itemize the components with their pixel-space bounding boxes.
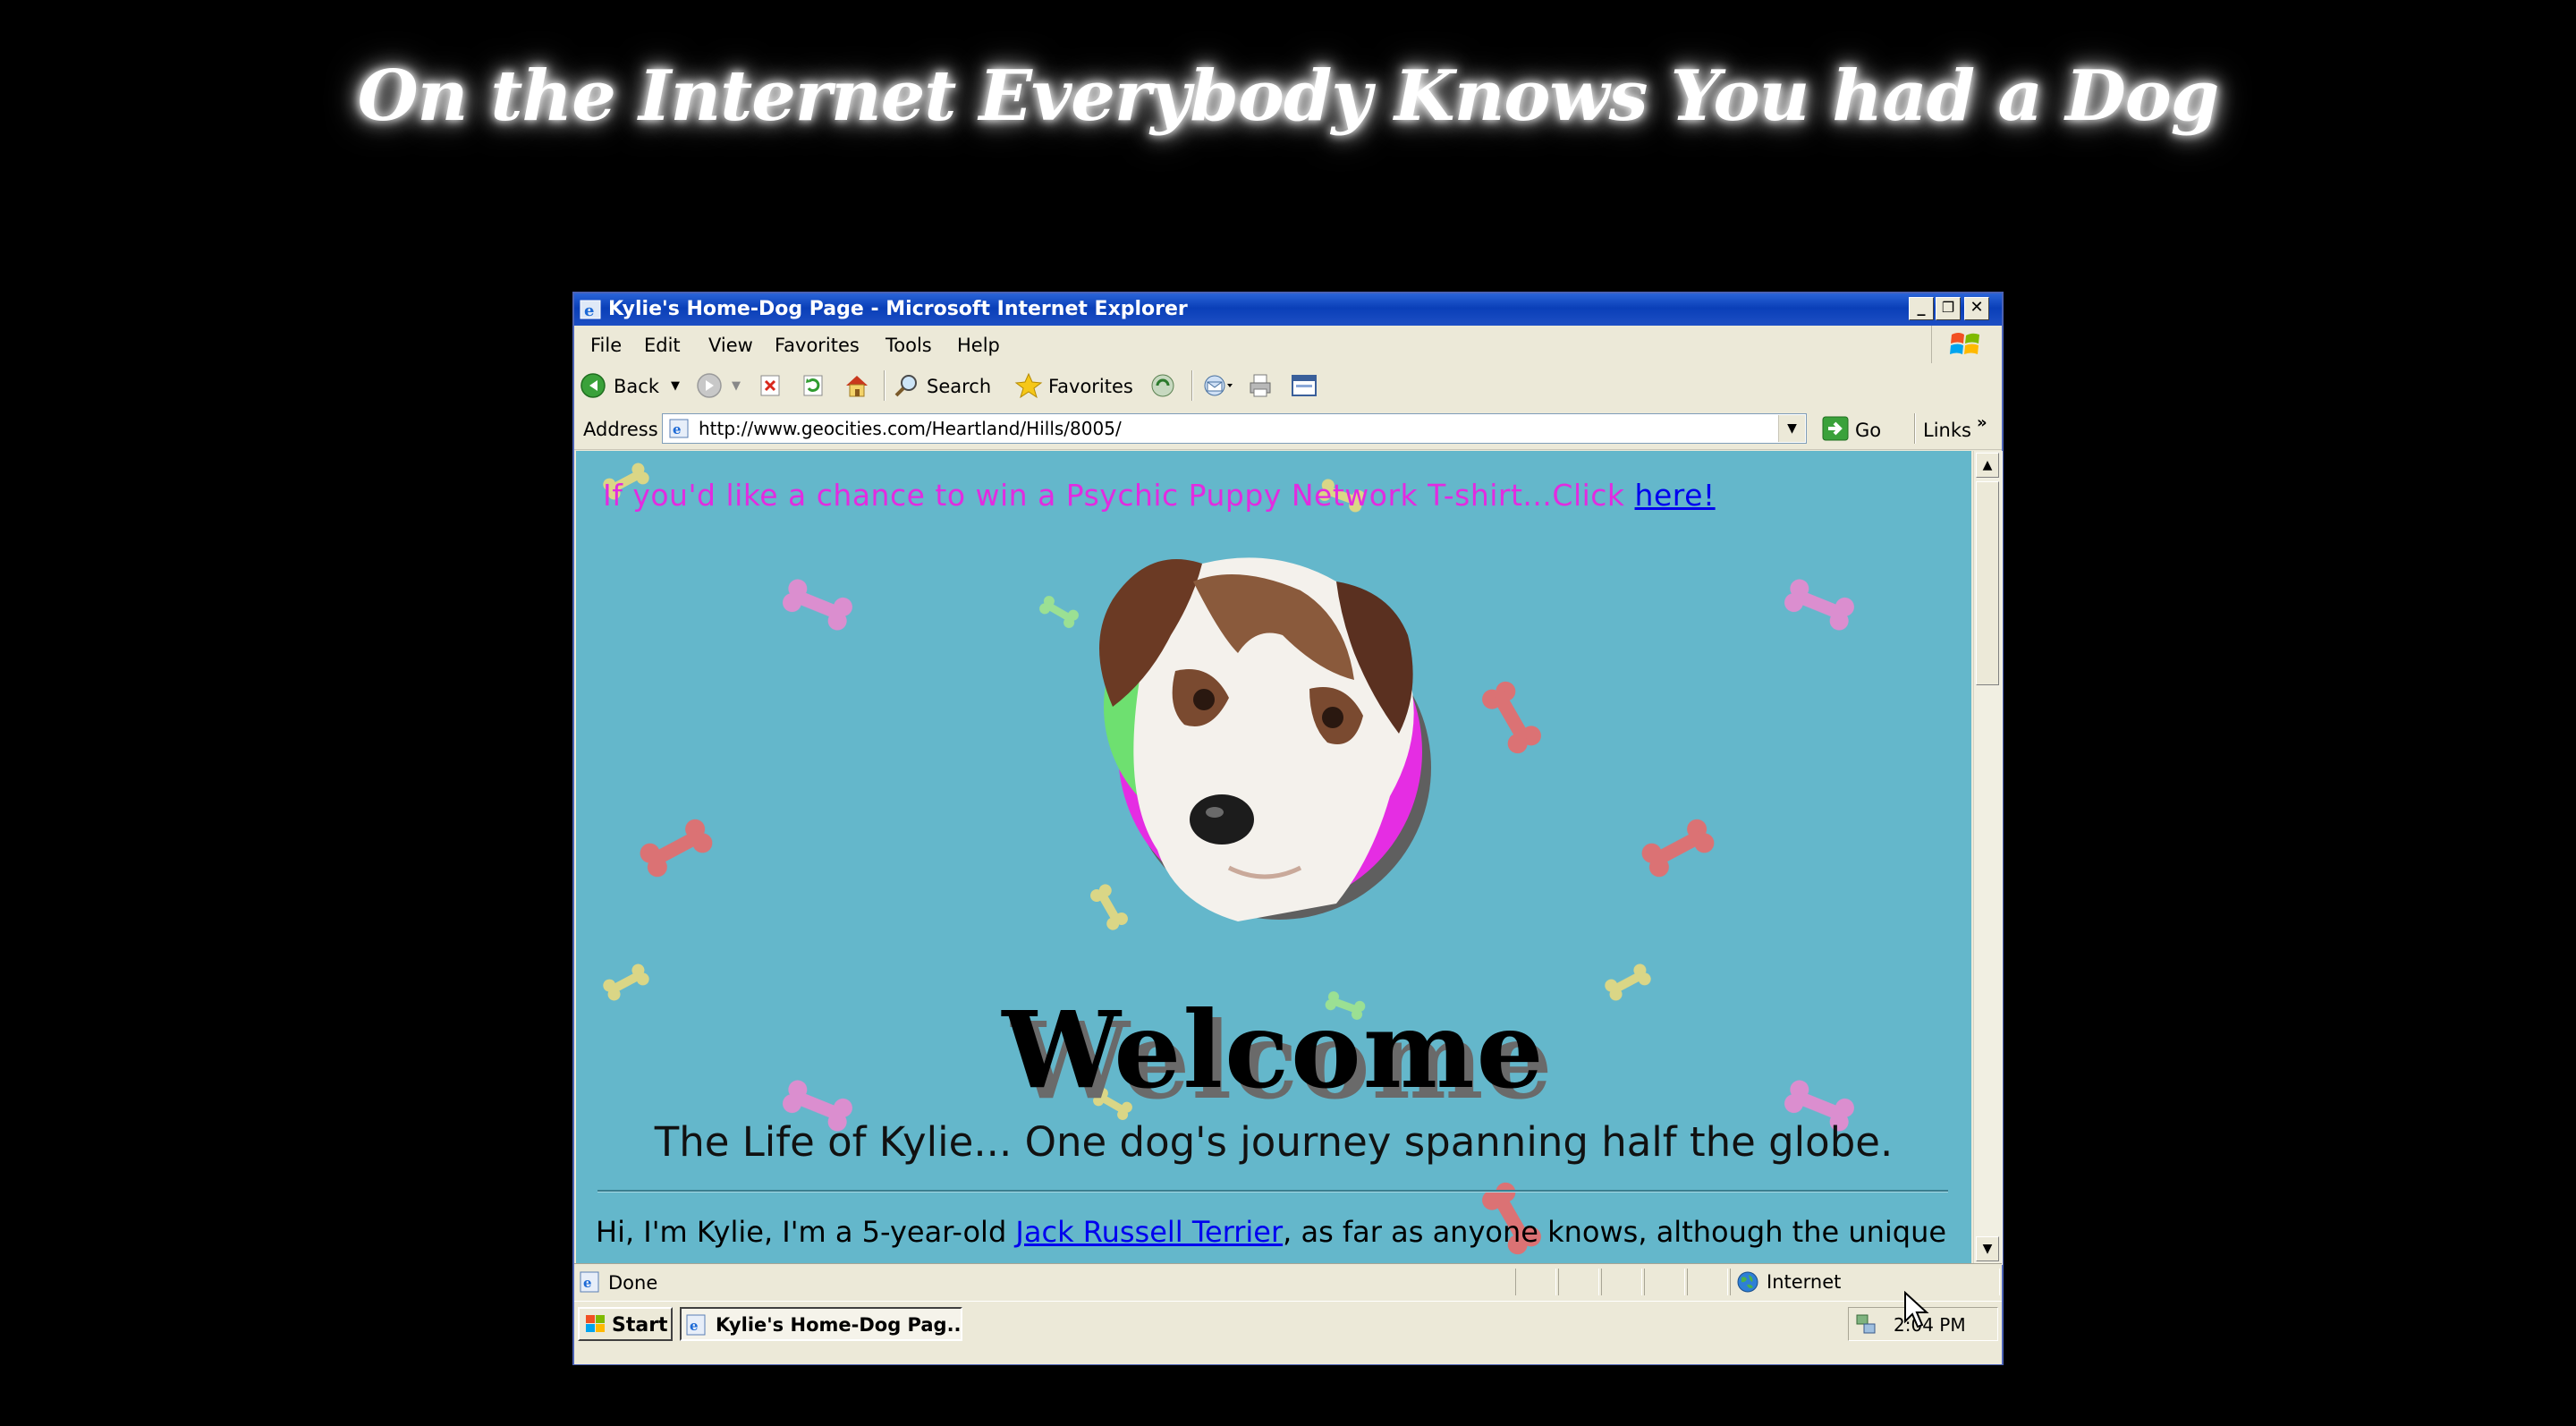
windows-flag-icon (1950, 333, 1979, 354)
page-done-icon: e (580, 1271, 599, 1293)
go-button-label[interactable]: Go (1855, 420, 1881, 441)
mail-icon[interactable] (1202, 372, 1234, 399)
toolbar-separator (1191, 370, 1193, 401)
menu-help[interactable]: Help (957, 335, 1000, 356)
search-button-label[interactable]: Search (927, 376, 991, 397)
chevron-right-icon[interactable]: » (1977, 413, 1987, 432)
contest-text: If you'd like a chance to win a Psychic … (603, 478, 1716, 513)
taskbar: Start e Kylie's Home-Dog Pag... 2:04 PM (574, 1301, 2002, 1364)
address-label: Address (583, 419, 658, 440)
favorites-star-icon[interactable] (1014, 372, 1043, 399)
network-icon[interactable] (1854, 1312, 1877, 1336)
web-page-content[interactable]: If you'd like a chance to win a Psychic … (576, 451, 1971, 1263)
title-bar[interactable]: e Kylie's Home-Dog Page - Microsoft Inte… (574, 293, 2002, 326)
status-panel (1644, 1269, 1685, 1295)
mouse-cursor-icon (1904, 1291, 1929, 1328)
standard-toolbar: Back ▼ ▼ Search Favorites (574, 363, 2002, 409)
forward-arrow-icon[interactable] (696, 372, 724, 399)
svg-text:e: e (584, 301, 594, 320)
jack-russell-terrier-link[interactable]: Jack Russell Terrier (1015, 1215, 1283, 1249)
home-icon[interactable] (843, 372, 871, 399)
menu-favorites[interactable]: Favorites (775, 335, 860, 356)
back-arrow-icon[interactable] (580, 372, 608, 399)
status-text: Done (608, 1272, 658, 1294)
media-icon[interactable] (1148, 372, 1177, 399)
contest-message: If you'd like a chance to win a Psychic … (603, 478, 1635, 513)
close-button[interactable]: ✕ (1964, 297, 1989, 320)
back-button-label[interactable]: Back (614, 376, 659, 397)
toolbar-separator (884, 370, 886, 401)
favorites-button-label[interactable]: Favorites (1048, 376, 1133, 397)
status-panel (1601, 1269, 1642, 1295)
svg-text:e: e (583, 1275, 592, 1291)
status-panel (1558, 1269, 1599, 1295)
status-panel (1687, 1269, 1728, 1295)
refresh-icon[interactable] (800, 372, 826, 399)
intro-paragraph: Hi, I'm Kylie, I'm a 5-year-old Jack Rus… (596, 1210, 1955, 1263)
taskbar-item-label: Kylie's Home-Dog Pag... (716, 1314, 962, 1336)
ie-logo-icon: e (580, 300, 601, 320)
intro-text-start: Hi, I'm Kylie, I'm a 5-year-old (596, 1215, 1016, 1249)
address-dropdown-icon[interactable]: ▼ (1778, 415, 1805, 442)
restore-button[interactable]: ❐ (1936, 297, 1961, 320)
minimize-button[interactable]: _ (1909, 297, 1934, 320)
forward-dropdown-icon[interactable]: ▼ (732, 379, 741, 393)
links-label[interactable]: Links (1923, 420, 1971, 441)
print-icon[interactable] (1247, 372, 1274, 399)
taskbar-ie-button[interactable]: e Kylie's Home-Dog Pag... (680, 1307, 962, 1341)
edit-page-icon[interactable] (1290, 372, 1318, 399)
dog-portrait-image (1099, 557, 1431, 921)
menu-bar: File Edit View Favorites Tools Help (574, 326, 2002, 364)
svg-text:e: e (673, 421, 682, 437)
ie-window: e Kylie's Home-Dog Page - Microsoft Inte… (572, 292, 2004, 1365)
internet-globe-icon (1737, 1271, 1758, 1293)
toolbar-separator (1914, 413, 1916, 444)
svg-text:e: e (690, 1318, 699, 1334)
stop-icon[interactable] (757, 372, 784, 399)
page-title: On the Internet Everybody Knows You had … (357, 55, 2220, 137)
windows-flag-logo (1931, 326, 2002, 363)
zone-label: Internet (1767, 1271, 1842, 1293)
status-bar: e Done Internet (574, 1263, 2002, 1300)
address-input[interactable] (699, 418, 1745, 439)
start-button[interactable]: Start (578, 1307, 673, 1341)
menu-file[interactable]: File (590, 335, 622, 356)
vertical-scrollbar[interactable]: ▲ ▼ (1973, 451, 2003, 1265)
scroll-down-icon[interactable]: ▼ (1976, 1236, 1999, 1261)
go-arrow-icon[interactable] (1821, 415, 1850, 442)
menu-tools[interactable]: Tools (886, 335, 932, 356)
address-bar: Address e ▼ Go Links » (574, 408, 2002, 450)
page-subtitle: The Life of Kylie... One dog's journey s… (654, 1118, 1894, 1166)
horizontal-rule (597, 1190, 1948, 1193)
scrollbar-thumb[interactable] (1976, 481, 1999, 685)
ie-logo-icon: e (686, 1314, 706, 1336)
windows-flag-icon (586, 1315, 605, 1332)
back-dropdown-icon[interactable]: ▼ (671, 379, 680, 393)
welcome-heading: Welcome (1002, 988, 1546, 1112)
search-icon[interactable] (893, 372, 921, 399)
page-icon: e (669, 419, 689, 438)
status-panel (1515, 1269, 1556, 1295)
window-title: Kylie's Home-Dog Page - Microsoft Intern… (608, 298, 1188, 320)
address-field[interactable]: e ▼ (662, 413, 1807, 444)
menu-edit[interactable]: Edit (644, 335, 681, 356)
security-zone-panel: Internet (1730, 1269, 2000, 1295)
contest-here-link[interactable]: here! (1635, 478, 1716, 513)
scroll-up-icon[interactable]: ▲ (1976, 453, 1999, 478)
menu-view[interactable]: View (708, 335, 753, 356)
start-label: Start (612, 1314, 668, 1337)
